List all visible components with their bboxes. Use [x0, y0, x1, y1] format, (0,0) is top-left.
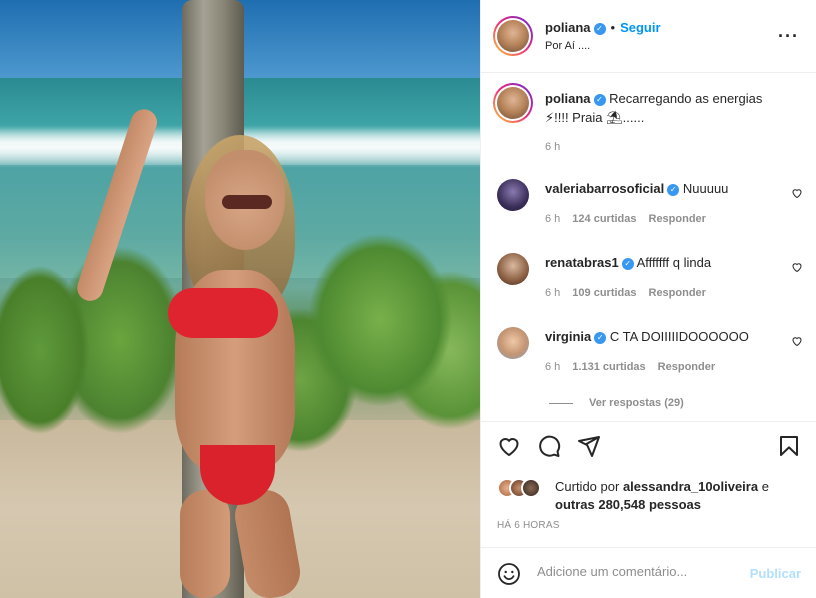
post-caption: poliana ✓ Recarregando as energias ⚡!!!! …	[545, 89, 785, 127]
verified-badge-icon: ✓	[667, 183, 680, 196]
commenter-username[interactable]: virginia	[545, 329, 591, 344]
heart-icon[interactable]	[497, 434, 521, 461]
view-replies-button[interactable]: Ver respostas (29)	[549, 397, 684, 409]
liked-by-prefix: Curtido por	[555, 479, 620, 494]
photo-person	[73, 105, 340, 598]
reply-button[interactable]: Responder	[649, 213, 706, 225]
publish-button[interactable]: Publicar	[750, 566, 801, 581]
post-side-panel: poliana ✓ • Seguir Por Aí .... ··· poliana ✓…	[480, 0, 816, 598]
post-location[interactable]: Por Aí ....	[545, 40, 590, 52]
caption-avatar[interactable]	[493, 83, 533, 123]
comment-item: valeriabarrosoficial ✓ Nuuuuu 6 h 124 curt…	[481, 173, 816, 243]
caption-username[interactable]: poliana	[545, 91, 591, 106]
comment-item: virginia ✓ C TA DOIIIIIDOOOOOO 6 h 1.131 c…	[481, 321, 816, 391]
comment-input[interactable]	[537, 564, 737, 579]
commenter-username[interactable]: renatabras1	[545, 255, 619, 270]
liker-avatar[interactable]	[521, 478, 541, 498]
emoji-icon[interactable]	[497, 562, 521, 589]
commenter-avatar[interactable]	[497, 179, 529, 211]
comment-likes[interactable]: 1.131 curtidas	[572, 361, 645, 373]
verified-badge-icon: ✓	[593, 93, 606, 106]
comment-heart-icon[interactable]	[791, 335, 803, 350]
comment-time[interactable]: 6 h	[545, 213, 560, 225]
commenter-username[interactable]: valeriabarrosoficial	[545, 181, 664, 196]
comment-time[interactable]: 6 h	[545, 287, 560, 299]
verified-badge-icon: ✓	[593, 22, 606, 35]
commenter-avatar[interactable]	[497, 327, 529, 359]
reply-button[interactable]: Responder	[658, 361, 715, 373]
verified-badge-icon: ✓	[621, 257, 634, 270]
comment-heart-icon[interactable]	[791, 187, 803, 202]
comment-item: renatabras1 ✓ Afffffff q linda 6 h 109 cur…	[481, 247, 816, 317]
liked-by-others[interactable]: outras 280,548 pessoas	[555, 497, 701, 512]
post-header: poliana ✓ • Seguir Por Aí .... ···	[481, 0, 816, 73]
author-username[interactable]: poliana	[545, 20, 591, 35]
comment-text: Nuuuuu	[682, 181, 729, 196]
post-actions: Curtido por alessandra_10oliveira e outr…	[481, 421, 816, 547]
comment-likes[interactable]: 109 curtidas	[572, 287, 636, 299]
share-icon[interactable]	[577, 434, 601, 461]
liked-by-user[interactable]: alessandra_10oliveira	[623, 479, 758, 494]
likes-text: Curtido por alessandra_10oliveira e outr…	[555, 478, 805, 514]
comment-icon[interactable]	[537, 434, 561, 461]
bookmark-icon[interactable]	[777, 434, 801, 461]
post-time[interactable]: HÁ 6 HORAS	[497, 520, 560, 531]
author-avatar[interactable]	[493, 16, 533, 56]
comment-text: Afffffff q linda	[636, 255, 712, 270]
comment-likes[interactable]: 124 curtidas	[572, 213, 636, 225]
reply-button[interactable]: Responder	[649, 287, 706, 299]
post-photo[interactable]	[0, 0, 480, 598]
add-comment-bar: Publicar	[481, 547, 816, 598]
replies-line	[549, 402, 573, 404]
separator-dot: •	[610, 20, 616, 35]
comment-heart-icon[interactable]	[791, 261, 803, 276]
comment-text: C TA DOIIIIIDOOOOOO	[609, 329, 749, 344]
liked-by-and: e	[761, 479, 769, 494]
commenter-avatar[interactable]	[497, 253, 529, 285]
more-options-icon[interactable]: ···	[778, 26, 799, 47]
comments-section[interactable]: poliana ✓ Recarregando as energias ⚡!!!! …	[481, 73, 816, 421]
view-replies-label: Ver respostas (29)	[589, 397, 684, 409]
follow-button[interactable]: Seguir	[620, 20, 660, 35]
caption-time[interactable]: 6 h	[545, 141, 560, 153]
comment-time[interactable]: 6 h	[545, 361, 560, 373]
verified-badge-icon: ✓	[594, 331, 607, 344]
